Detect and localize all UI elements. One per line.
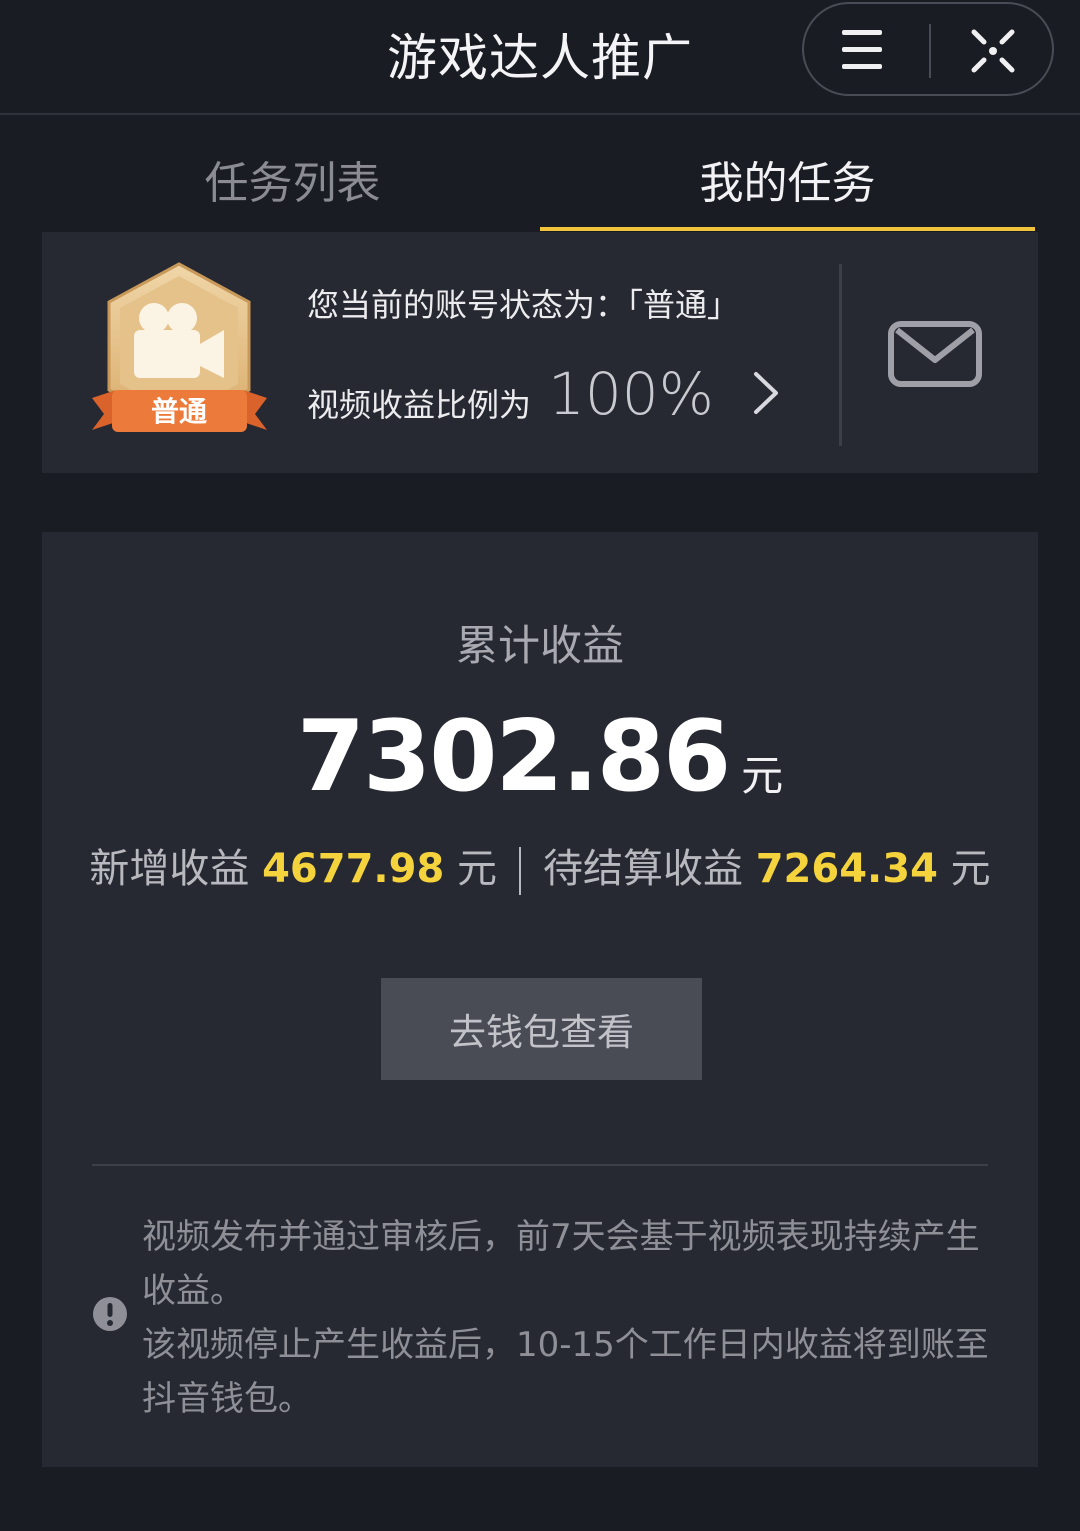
- tab-task-list[interactable]: 任务列表: [0, 147, 585, 211]
- notice-line-2: 该视频停止产生收益后，10-15个工作日内收益将到账至抖音钱包。: [142, 1325, 989, 1419]
- mail-icon[interactable]: [887, 320, 983, 388]
- total-earnings-label: 累计收益: [455, 621, 624, 670]
- tab-my-tasks[interactable]: 我的任务: [540, 147, 1035, 211]
- card-divider: [92, 1164, 988, 1166]
- new-earnings-unit: 元: [457, 846, 497, 892]
- account-status-text: 您当前的账号状态为：「普通」: [307, 286, 740, 324]
- tab-bar: 任务列表 我的任务: [0, 117, 1080, 232]
- ratio-label: 视频收益比例为: [307, 386, 532, 424]
- new-earnings-value: 4677.98: [262, 846, 445, 892]
- info-icon: [93, 1297, 127, 1331]
- badge-label: 普通: [151, 395, 207, 428]
- close-icon[interactable]: [964, 24, 1022, 78]
- new-earnings-label: 新增收益: [89, 846, 250, 892]
- page: 游戏达人推广 任务列表 我的任务 普通 您当前的账号状态为：「普通」 视频收益比…: [0, 0, 1080, 1531]
- notice-line-1: 视频发布并通过审核后，前7天会基于视频表现持续产生收益。: [142, 1217, 980, 1311]
- status-divider: [839, 264, 842, 446]
- ratio-value: 100%: [548, 360, 714, 428]
- total-earnings-unit: 元: [741, 751, 784, 800]
- earnings-breakdown: 新增收益 4677.98 元待结算收益 7264.34 元: [42, 836, 1038, 895]
- pending-earnings-value: 7264.34: [755, 846, 938, 892]
- breakdown-separator: [519, 847, 521, 895]
- view-wallet-button[interactable]: 去钱包查看: [381, 978, 702, 1080]
- header-bar: 游戏达人推广: [0, 0, 1080, 115]
- earnings-notice: 视频发布并通过审核后，前7天会基于视频表现持续产生收益。 该视频停止产生收益后，…: [142, 1210, 1002, 1426]
- capsule-divider: [929, 24, 931, 78]
- chevron-right-icon[interactable]: [750, 370, 782, 416]
- pending-earnings-label: 待结算收益: [543, 846, 743, 892]
- pending-earnings-unit: 元: [950, 846, 991, 892]
- account-status-card[interactable]: 普通 您当前的账号状态为：「普通」 视频收益比例为 100%: [42, 232, 1038, 473]
- menu-icon[interactable]: [838, 26, 894, 74]
- active-tab-indicator: [540, 227, 1035, 231]
- earnings-card: 累计收益 7302.86 元 新增收益 4677.98 元待结算收益 7264.3…: [42, 532, 1038, 1467]
- total-earnings-value: 7302.86: [296, 700, 731, 814]
- total-earnings: 7302.86 元: [42, 700, 1038, 814]
- camera-badge-icon: 普通: [92, 262, 267, 432]
- mini-program-capsule: [802, 2, 1054, 96]
